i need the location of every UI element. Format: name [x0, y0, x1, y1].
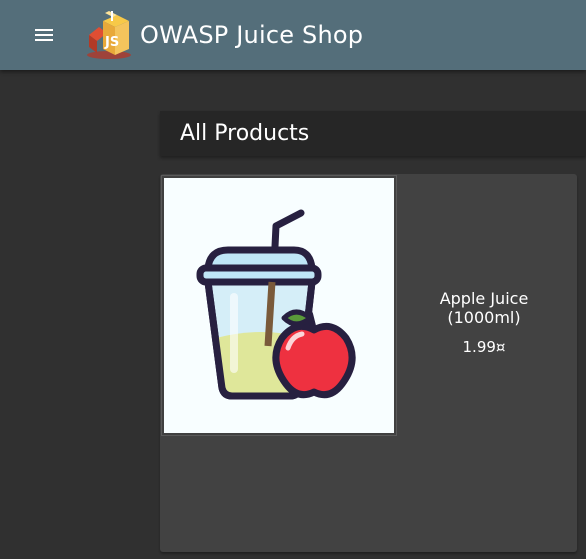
- apple-juice-cup-icon: [196, 209, 356, 400]
- product-info: Apple Juice (1000ml) 1.99¤: [405, 289, 563, 356]
- juice-shop-logo[interactable]: JS: [83, 9, 135, 61]
- top-toolbar: JS OWASP Juice Shop: [0, 0, 586, 70]
- menu-button[interactable]: [24, 15, 64, 55]
- product-image[interactable]: [161, 175, 397, 436]
- page-title: All Products: [180, 121, 310, 146]
- product-price: 1.99¤: [462, 338, 506, 356]
- menu-icon: [35, 29, 53, 41]
- product-name: Apple Juice (1000ml): [439, 289, 529, 327]
- svg-text:JS: JS: [104, 35, 119, 50]
- products-heading-bar: All Products: [160, 111, 586, 156]
- app-title[interactable]: OWASP Juice Shop: [140, 21, 363, 49]
- product-card[interactable]: Apple Juice (1000ml) 1.99¤: [160, 174, 577, 552]
